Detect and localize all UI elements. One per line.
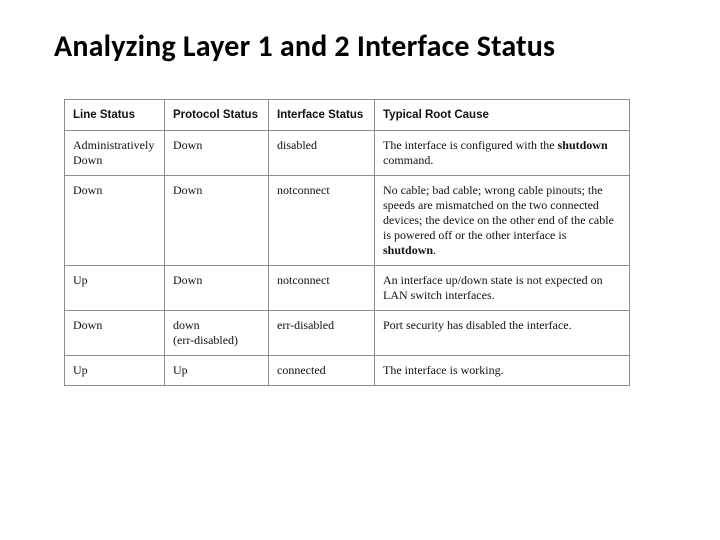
cause-text: The interface is configured with the [383, 138, 558, 152]
table-row: Down Down notconnect No cable; bad cable… [65, 176, 630, 266]
cause-bold: shutdown [558, 138, 608, 152]
cell-root-cause: Port security has disabled the interface… [375, 311, 630, 356]
cell-protocol-status: Down [165, 176, 269, 266]
cell-interface-status: connected [269, 356, 375, 386]
status-table: Line Status Protocol Status Interface St… [64, 99, 630, 386]
page-title: Analyzing Layer 1 and 2 Interface Status [54, 28, 680, 65]
slide-page: Analyzing Layer 1 and 2 Interface Status… [0, 0, 720, 540]
cell-root-cause: An interface up/down state is not expect… [375, 266, 630, 311]
cell-line-status: Up [65, 266, 165, 311]
cause-text: command. [383, 153, 433, 167]
cell-root-cause: No cable; bad cable; wrong cable pinouts… [375, 176, 630, 266]
cell-text: Down [73, 153, 102, 167]
status-table-wrap: Line Status Protocol Status Interface St… [64, 99, 629, 386]
table-row: Down down (err-disabled) err-disabled Po… [65, 311, 630, 356]
cell-text: down [173, 318, 200, 332]
col-header-line-status: Line Status [65, 100, 165, 131]
col-header-root-cause: Typical Root Cause [375, 100, 630, 131]
cell-interface-status: disabled [269, 131, 375, 176]
cause-text: No cable; bad cable; wrong cable pinouts… [383, 183, 614, 242]
cell-root-cause: The interface is configured with the shu… [375, 131, 630, 176]
cell-protocol-status: Up [165, 356, 269, 386]
cell-line-status: Down [65, 311, 165, 356]
cell-protocol-status: Down [165, 266, 269, 311]
cause-bold: shutdown [383, 243, 433, 257]
cell-line-status: Up [65, 356, 165, 386]
cause-text: The interface is working. [383, 363, 504, 377]
cell-interface-status: notconnect [269, 176, 375, 266]
cell-line-status: Down [65, 176, 165, 266]
cell-line-status: Administratively Down [65, 131, 165, 176]
table-row: Up Up connected The interface is working… [65, 356, 630, 386]
table-row: Administratively Down Down disabled The … [65, 131, 630, 176]
cause-text: An interface up/down state is not expect… [383, 273, 603, 302]
cell-text: Administratively [73, 138, 154, 152]
cause-text: . [433, 243, 436, 257]
cell-interface-status: notconnect [269, 266, 375, 311]
col-header-interface-status: Interface Status [269, 100, 375, 131]
cell-text: (err-disabled) [173, 333, 238, 347]
col-header-protocol-status: Protocol Status [165, 100, 269, 131]
cell-protocol-status: down (err-disabled) [165, 311, 269, 356]
cause-text: Port security has disabled the interface… [383, 318, 572, 332]
table-header-row: Line Status Protocol Status Interface St… [65, 100, 630, 131]
cell-protocol-status: Down [165, 131, 269, 176]
cell-interface-status: err-disabled [269, 311, 375, 356]
table-row: Up Down notconnect An interface up/down … [65, 266, 630, 311]
cell-root-cause: The interface is working. [375, 356, 630, 386]
